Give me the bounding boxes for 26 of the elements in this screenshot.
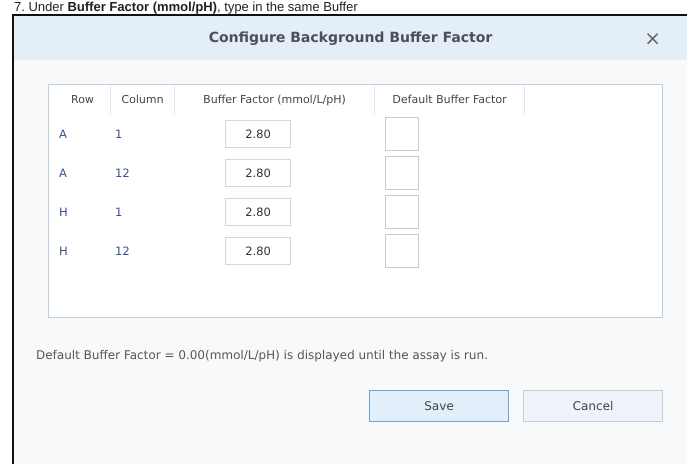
table-cell-text: H	[58, 204, 69, 220]
column-header: Default Buffer Factor	[375, 85, 525, 114]
cancel-button[interactable]: Cancel	[523, 390, 663, 422]
table-cell-text: 1	[114, 126, 124, 142]
table-cell-text: A	[58, 126, 68, 142]
column-header: Buffer Factor (mmol/L/pH)	[175, 85, 375, 114]
table-cell-text: A	[58, 164, 68, 182]
buffer-factor-field[interactable]: 2.80	[225, 120, 291, 148]
default-checkbox[interactable]	[385, 116, 419, 150]
dialog-title: Configure Background Buffer Factor	[208, 30, 492, 46]
document-text: 7. Under Buffer Factor (mmol/pH), type in the same Buffer	[13, 0, 359, 14]
buffer-factor-field[interactable]: 2.80	[225, 236, 291, 264]
default-checkbox[interactable]	[385, 234, 419, 268]
note-text: Default Buffer Factor = 0.00(mmol/L/pH) is displayed until the assay is run.	[36, 348, 489, 362]
buffer-factor-field[interactable]: 2.80	[225, 158, 291, 186]
column-header: Row	[55, 85, 111, 114]
close-button[interactable]: ×	[640, 26, 665, 50]
table-cell-text: 12	[114, 242, 131, 260]
save-button[interactable]: Save	[369, 390, 509, 422]
buffer-factor-field[interactable]: 2.80	[225, 198, 291, 226]
table-cell-text: 1	[114, 204, 124, 220]
default-checkbox[interactable]	[385, 156, 419, 190]
column-header: Column	[111, 85, 175, 114]
table-cell-text: 12	[114, 164, 131, 182]
table-cell-text: H	[58, 242, 69, 260]
default-checkbox[interactable]	[385, 194, 419, 228]
